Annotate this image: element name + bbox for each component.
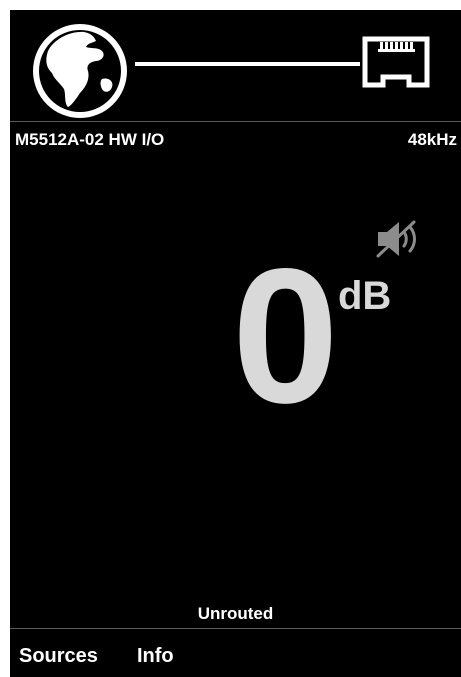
bottom-tabs: Sources Info	[10, 629, 461, 677]
globe-icon	[33, 24, 127, 118]
device-panel: M5512A-02 HW I/O 48kHz 0 dB Unrouted Sou…	[10, 10, 461, 677]
device-name: M5512A-02 HW I/O	[15, 130, 165, 149]
tab-sources[interactable]: Sources	[19, 645, 98, 668]
sample-rate: 48kHz	[407, 130, 457, 149]
volume-value[interactable]: 0	[232, 240, 339, 432]
connection-header	[10, 10, 461, 122]
ethernet-port-icon	[362, 36, 430, 88]
volume-unit: dB	[338, 274, 392, 318]
tab-info[interactable]: Info	[137, 645, 174, 668]
routing-status: Unrouted	[197, 604, 274, 623]
connection-line	[135, 62, 360, 66]
speaker-muted-icon[interactable]	[374, 218, 422, 260]
device-info-bar: M5512A-02 HW I/O 48kHz	[10, 122, 461, 150]
